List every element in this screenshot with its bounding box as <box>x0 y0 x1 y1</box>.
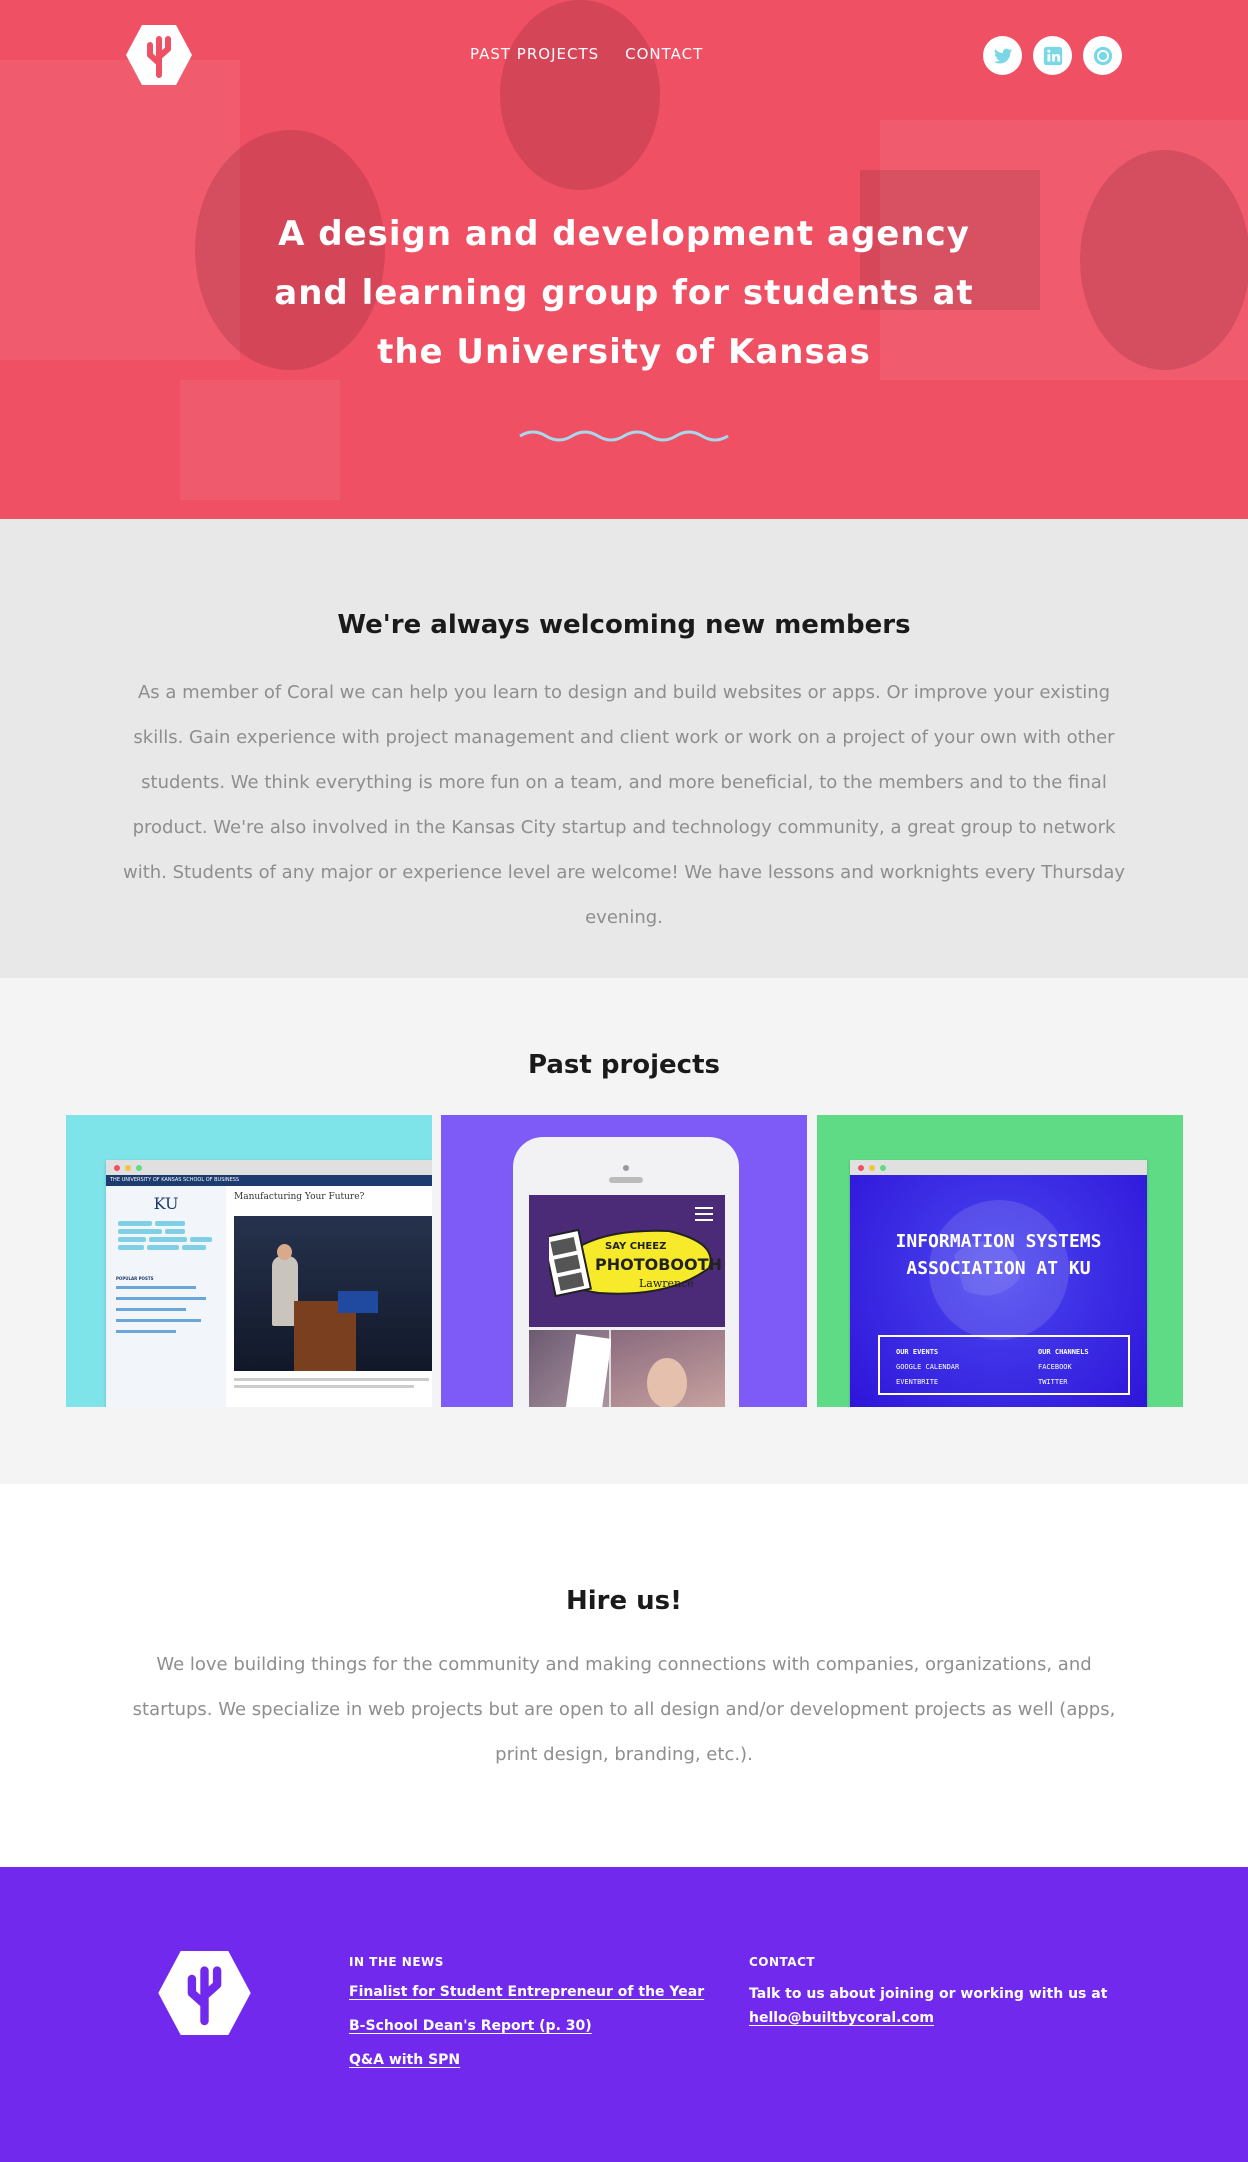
linkedin-link[interactable] <box>1033 36 1072 75</box>
project-card-isa[interactable]: INFORMATION SYSTEMS ASSOCIATION AT KU OU… <box>817 1115 1183 1407</box>
hero-line-2: and learning group for students at <box>274 273 974 313</box>
projects-title: Past projects <box>527 1050 721 1080</box>
hire-body: We love building things for the communit… <box>132 1654 1116 1765</box>
members-section: We're always welcoming new members As a … <box>0 519 1248 978</box>
ku-header-bar: THE UNIVERSITY OF KANSAS SCHOOL OF BUSIN… <box>106 1175 432 1186</box>
ku-logo: KU <box>153 1194 179 1213</box>
footer-contact-heading: CONTACT <box>749 1955 816 1969</box>
hire-title: Hire us! <box>565 1586 683 1616</box>
isa-title-line-2: ASSOCIATION AT KU <box>906 1258 1091 1279</box>
isa-title-line-1: INFORMATION SYSTEMS <box>895 1231 1102 1252</box>
browser-mockup: THE UNIVERSITY OF KANSAS SCHOOL OF BUSIN… <box>106 1160 432 1407</box>
project-card-ku-business[interactable]: THE UNIVERSITY OF KANSAS SCHOOL OF BUSIN… <box>66 1115 432 1407</box>
isa-hero: INFORMATION SYSTEMS ASSOCIATION AT KU OU… <box>850 1175 1147 1407</box>
members-title: We're always welcoming new members <box>337 610 911 640</box>
linkedin-icon <box>1043 46 1062 65</box>
coral-logo[interactable] <box>126 25 192 85</box>
main-nav: PAST PROJECTS CONTACT <box>470 45 703 63</box>
hero-line-1: A design and development agency <box>278 214 970 254</box>
past-projects-section: Past projects THE UNIVERSITY OF KANSAS S… <box>0 978 1248 1484</box>
footer-contact-column: CONTACT Talk to us about joining or work… <box>749 1955 1107 2026</box>
nav-contact[interactable]: CONTACT <box>625 45 703 63</box>
photo-gallery <box>529 1330 725 1407</box>
twitter-link[interactable] <box>983 36 1022 75</box>
github-link[interactable] <box>1083 36 1122 75</box>
isa-links-box: OUR EVENTS GOOGLE CALENDAR EVENTBRITE OU… <box>878 1335 1130 1395</box>
footer-news-column: IN THE NEWS Finalist for Student Entrepr… <box>349 1955 704 2083</box>
footer-contact-text: Talk to us about joining or working with… <box>749 1986 1108 2002</box>
news-link-qa-spn[interactable]: Q&A with SPN <box>349 2052 460 2068</box>
photobooth-line-1: SAY CHEEZ <box>605 1241 667 1252</box>
ku-post-photo <box>234 1216 432 1371</box>
social-links <box>983 36 1122 75</box>
hero-section: PAST PROJECTS CONTACT A design and devel… <box>0 0 1248 519</box>
photobooth-line-3: Lawrence <box>639 1277 694 1290</box>
members-body: As a member of Coral we can help you lea… <box>123 682 1125 928</box>
project-card-photobooth[interactable]: SAY CHEEZ PHOTOBOOTH Lawrence <box>441 1115 807 1407</box>
isa-channels-heading: OUR CHANNELS <box>1038 1348 1089 1356</box>
menu-icon <box>695 1207 713 1209</box>
ku-post-title: Manufacturing Your Future? <box>234 1192 365 1202</box>
nav-past-projects[interactable]: PAST PROJECTS <box>470 45 599 63</box>
footer-contact-email[interactable]: hello@builtbycoral.com <box>749 2010 934 2026</box>
wave-divider <box>519 430 729 442</box>
phone-mockup: SAY CHEEZ PHOTOBOOTH Lawrence <box>513 1137 739 1407</box>
ku-sidebar-heading: POPULAR POSTS <box>116 1276 154 1281</box>
hire-section: Hire us! We love building things for the… <box>0 1484 1248 1867</box>
phone-screen-header: SAY CHEEZ PHOTOBOOTH Lawrence <box>529 1195 725 1327</box>
github-icon <box>1093 46 1112 65</box>
isa-events-heading: OUR EVENTS <box>896 1348 939 1356</box>
photobooth-line-2: PHOTOBOOTH <box>595 1255 722 1274</box>
news-link-deans-report[interactable]: B-School Dean's Report (p. 30) <box>349 2018 592 2034</box>
browser-mockup: INFORMATION SYSTEMS ASSOCIATION AT KU OU… <box>850 1160 1147 1407</box>
isa-channel-facebook: FACEBOOK <box>1038 1363 1072 1371</box>
isa-event-google: GOOGLE CALENDAR <box>896 1363 960 1371</box>
news-link-finalist[interactable]: Finalist for Student Entrepreneur of the… <box>349 1984 704 2000</box>
isa-channel-twitter: TWITTER <box>1038 1378 1068 1386</box>
footer: IN THE NEWS Finalist for Student Entrepr… <box>0 1867 1248 2162</box>
hero-line-3: the University of Kansas <box>377 332 871 372</box>
isa-event-eventbrite: EVENTBRITE <box>896 1378 939 1386</box>
footer-news-heading: IN THE NEWS <box>349 1955 444 1969</box>
twitter-icon <box>993 48 1012 64</box>
footer-coral-logo[interactable] <box>158 1951 251 2035</box>
hero-headline: A design and development agency and lear… <box>0 205 1248 382</box>
